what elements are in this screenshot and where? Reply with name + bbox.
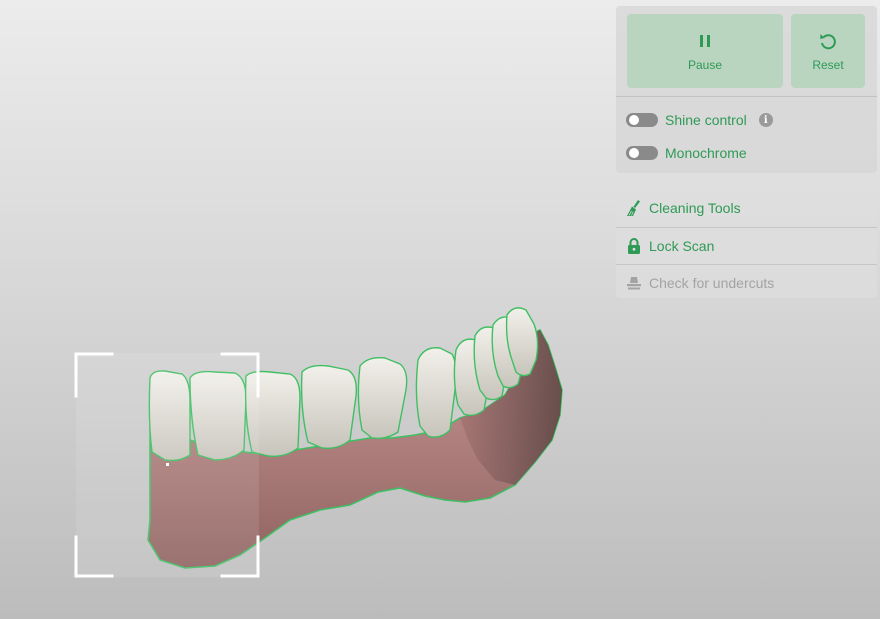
tools-panel: Cleaning Tools Lock Scan Check for under… (616, 188, 877, 298)
reset-button-label: Reset (812, 58, 844, 72)
frame-center-dot (166, 463, 169, 466)
lock-scan-label: Lock Scan (649, 238, 715, 254)
info-icon[interactable]: i (758, 113, 773, 127)
shine-control-toggle[interactable] (626, 113, 658, 127)
scanner-app: Pause Reset Shine control i Monochrome C… (0, 0, 880, 619)
shine-control-row: Shine control i (626, 110, 773, 130)
check-undercuts-button[interactable]: Check for undercuts (616, 264, 877, 301)
pause-button[interactable]: Pause (627, 14, 783, 88)
lock-icon (628, 238, 640, 254)
monochrome-toggle[interactable] (626, 146, 658, 160)
pause-button-label: Pause (687, 58, 723, 72)
broom-icon (627, 199, 640, 216)
cleaning-tools-label: Cleaning Tools (649, 199, 741, 216)
undercut-icon (627, 277, 641, 290)
monochrome-row: Monochrome (626, 143, 747, 163)
shine-control-label: Shine control (665, 112, 747, 128)
capture-frame (74, 352, 260, 578)
tooth (415, 347, 457, 438)
scan-control-panel: Pause Reset Shine control i Monochrome (616, 6, 877, 173)
toggle-knob (629, 148, 639, 158)
reset-button[interactable]: Reset (791, 14, 865, 88)
tooth (357, 356, 408, 440)
toggle-knob (629, 115, 639, 125)
monochrome-label: Monochrome (665, 145, 747, 161)
reset-icon (820, 34, 836, 50)
panel-divider (616, 96, 877, 97)
check-undercuts-label: Check for undercuts (649, 275, 775, 291)
cleaning-tools-button[interactable]: Cleaning Tools (616, 189, 877, 226)
lock-scan-button[interactable]: Lock Scan (616, 227, 877, 264)
tooth (300, 364, 358, 450)
pause-icon (700, 35, 710, 47)
